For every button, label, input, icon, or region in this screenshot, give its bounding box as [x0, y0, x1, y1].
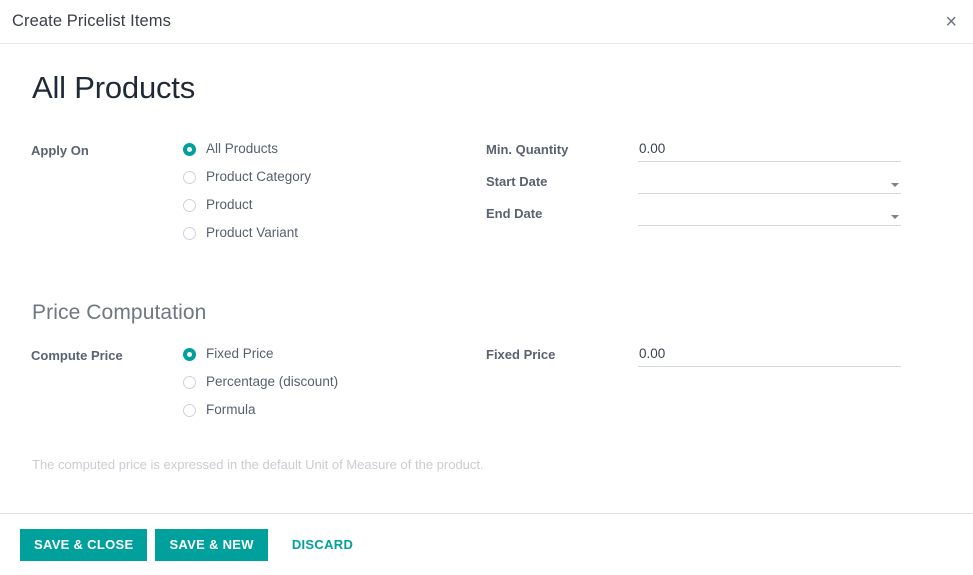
apply-on-group: Apply On All Products Product Category P…	[31, 140, 486, 241]
radio-percentage-discount[interactable]: Percentage (discount)	[183, 374, 338, 390]
radio-fixed-price[interactable]: Fixed Price	[183, 346, 338, 362]
page-title: All Products	[32, 70, 195, 105]
fixed-price-input[interactable]: 0.00	[638, 345, 901, 367]
compute-price-label: Compute Price	[31, 348, 123, 363]
fixed-price-value: 0.00	[639, 346, 666, 361]
radio-icon[interactable]	[183, 170, 196, 184]
fixed-price-group: Fixed Price 0.00	[486, 345, 943, 377]
radio-formula[interactable]: Formula	[183, 402, 338, 418]
close-icon[interactable]: ×	[943, 12, 959, 32]
min-quantity-value: 0.00	[639, 141, 666, 156]
compute-price-group: Compute Price Fixed Price Percentage (di…	[31, 345, 486, 418]
radio-label: Fixed Price	[206, 346, 274, 361]
radio-label: Percentage (discount)	[206, 374, 339, 389]
end-date-value	[638, 204, 901, 221]
radio-icon[interactable]	[183, 375, 196, 389]
fixed-price-row: Fixed Price 0.00	[486, 345, 943, 367]
radio-label: Product Variant	[206, 225, 299, 240]
start-date-input[interactable]	[638, 172, 901, 194]
chevron-down-icon[interactable]	[891, 183, 899, 187]
end-date-label: End Date	[486, 206, 543, 221]
dialog-title: Create Pricelist Items	[12, 12, 171, 30]
right-fields-group: Min. Quantity 0.00 Start Date End Date	[486, 140, 943, 236]
chevron-down-icon[interactable]	[891, 215, 899, 219]
dialog-footer: SAVE & CLOSE SAVE & NEW DISCARD	[0, 513, 973, 575]
radio-product-variant[interactable]: Product Variant	[183, 225, 311, 241]
dialog-header: Create Pricelist Items ×	[0, 0, 973, 44]
apply-on-field-row: Apply On All Products Product Category P…	[31, 140, 486, 241]
price-computation-section: Price Computation Compute Price Fixed Pr…	[31, 301, 943, 474]
apply-on-radio-group: All Products Product Category Product Pr…	[183, 140, 311, 241]
start-date-row: Start Date	[486, 172, 943, 194]
create-pricelist-items-dialog: Create Pricelist Items × All Products Ap…	[0, 0, 973, 575]
min-quantity-row: Min. Quantity 0.00	[486, 140, 943, 162]
save-and-new-button[interactable]: SAVE & NEW	[155, 528, 268, 561]
radio-icon[interactable]	[183, 226, 196, 240]
radio-label: Formula	[206, 402, 256, 417]
radio-label: All Products	[206, 141, 279, 156]
radio-label: Product Category	[206, 169, 312, 184]
compute-price-radio-group: Fixed Price Percentage (discount) Formul…	[183, 345, 338, 418]
end-date-input[interactable]	[638, 204, 901, 226]
form-top-section: Apply On All Products Product Category P…	[31, 140, 943, 241]
radio-product-category[interactable]: Product Category	[183, 169, 311, 185]
radio-icon[interactable]	[183, 347, 196, 361]
radio-icon[interactable]	[183, 142, 196, 156]
radio-label: Product	[206, 197, 253, 212]
fixed-price-label: Fixed Price	[486, 347, 556, 362]
radio-icon[interactable]	[183, 198, 196, 212]
radio-icon[interactable]	[183, 403, 196, 417]
min-quantity-input[interactable]: 0.00	[638, 140, 901, 162]
helper-text: The computed price is expressed in the d…	[32, 457, 484, 472]
dialog-body: All Products Apply On All Products Produ…	[0, 44, 973, 513]
price-computation-grid: Compute Price Fixed Price Percentage (di…	[31, 345, 943, 418]
min-quantity-label: Min. Quantity	[486, 142, 569, 157]
apply-on-label: Apply On	[31, 143, 89, 158]
price-computation-heading: Price Computation	[32, 301, 207, 324]
radio-all-products[interactable]: All Products	[183, 141, 311, 157]
compute-price-field-row: Compute Price Fixed Price Percentage (di…	[31, 345, 486, 418]
start-date-value	[638, 172, 901, 189]
end-date-row: End Date	[486, 204, 943, 226]
discard-button[interactable]: DISCARD	[282, 529, 363, 561]
start-date-label: Start Date	[486, 174, 548, 189]
save-and-close-button[interactable]: SAVE & CLOSE	[20, 528, 148, 561]
radio-product[interactable]: Product	[183, 197, 311, 213]
